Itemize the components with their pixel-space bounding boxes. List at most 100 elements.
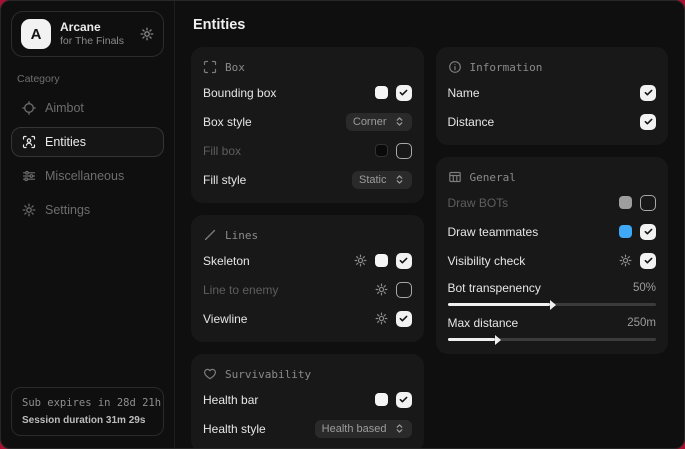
draw-teammates-label: Draw teammates [448,225,539,239]
draw-teammates-row: Draw teammates [448,221,657,242]
gear-icon[interactable] [140,27,154,41]
visibility-check-checkbox[interactable] [640,253,656,269]
section-title: Box [225,61,245,74]
skeleton-color-swatch[interactable] [375,254,388,267]
box-style-row: Box style Corner [203,111,412,132]
lines-section-header: Lines [203,228,412,242]
survivability-section-header: Survivability [203,367,412,381]
section-title: Information [470,61,543,74]
line-to-enemy-label: Line to enemy [203,283,278,297]
gear-icon[interactable] [375,283,388,296]
distance-checkbox[interactable] [640,114,656,130]
category-label: Category [17,73,158,85]
draw-bots-color-swatch[interactable] [619,196,632,209]
subscription-card: Sub expires in 28d 21h Session duration … [11,387,164,436]
health-style-select[interactable]: Health based [315,420,412,438]
line-to-enemy-checkbox[interactable] [396,282,412,298]
slider-fill[interactable] [448,303,550,306]
app-window: A Arcane for The Finals Category Aimbot … [0,0,685,449]
survivability-section: Survivability Health bar Health style [191,354,424,448]
box-corners-icon [203,60,217,74]
max-distance-slider[interactable] [448,338,657,341]
name-checkbox[interactable] [640,85,656,101]
fill-style-label: Fill style [203,173,246,187]
skeleton-label: Skeleton [203,254,250,268]
lines-section: Lines Skeleton [191,215,424,342]
max-distance-label: Max distance [448,316,519,330]
viewline-row: Viewline [203,308,412,329]
sidebar-item-aimbot[interactable]: Aimbot [11,93,164,123]
bot-transparency-slider[interactable] [448,303,657,306]
app-title: Arcane [60,20,124,35]
health-bar-checkbox[interactable] [396,392,412,408]
health-bar-label: Health bar [203,393,258,407]
box-style-value: Corner [353,116,387,128]
bot-transparency-label: Bot transpenency [448,281,541,295]
line-to-enemy-row: Line to enemy [203,279,412,300]
general-section-header: General [448,170,657,184]
diagonal-line-icon [203,228,217,242]
draw-bots-checkbox[interactable] [640,195,656,211]
draw-bots-label: Draw BOTs [448,196,509,210]
fill-box-label: Fill box [203,144,241,158]
fill-style-value: Static [359,174,387,186]
section-title: General [470,171,516,184]
viewline-checkbox[interactable] [396,311,412,327]
page-title: Entities [193,17,668,33]
main-panel: Entities Box Bounding box [175,1,684,448]
viewline-label: Viewline [203,312,247,326]
fill-style-select[interactable]: Static [352,171,412,189]
sidebar-item-label: Aimbot [45,101,84,115]
sub-expiry-text: Sub expires in 28d 21h [22,396,153,410]
app-subtitle: for The Finals [60,35,124,48]
grid-icon [448,170,462,184]
heart-icon [203,367,217,381]
fill-box-color-swatch[interactable] [375,144,388,157]
draw-teammates-color-swatch[interactable] [619,225,632,238]
sidebar-item-settings[interactable]: Settings [11,195,164,225]
chevrons-up-down-icon [394,423,405,434]
box-style-label: Box style [203,115,252,129]
gear-icon[interactable] [619,254,632,267]
fill-box-checkbox[interactable] [396,143,412,159]
bot-transparency-group: Bot transpenency 50% [448,281,657,306]
bounding-box-color-swatch[interactable] [375,86,388,99]
box-section: Box Bounding box Box style [191,47,424,203]
bounding-box-checkbox[interactable] [396,85,412,101]
sidebar-item-label: Miscellaneous [45,169,124,183]
skeleton-row: Skeleton [203,250,412,271]
chevrons-up-down-icon [394,174,405,185]
draw-teammates-checkbox[interactable] [640,224,656,240]
gear-icon [22,203,36,217]
fill-style-row: Fill style Static [203,169,412,190]
sidebar-item-label: Entities [45,135,86,149]
logo-text: Arcane for The Finals [60,20,124,48]
name-label: Name [448,86,480,100]
sliders-icon [22,169,36,183]
box-section-header: Box [203,60,412,74]
sidebar-item-label: Settings [45,203,90,217]
name-row: Name [448,82,657,103]
section-title: Survivability [225,368,311,381]
health-bar-color-swatch[interactable] [375,393,388,406]
bounding-box-row: Bounding box [203,82,412,103]
gear-icon[interactable] [375,312,388,325]
health-style-label: Health style [203,422,266,436]
entities-icon [22,135,36,149]
slider-fill[interactable] [448,338,496,341]
skeleton-checkbox[interactable] [396,253,412,269]
bounding-box-label: Bounding box [203,86,276,100]
general-section: General Draw BOTs Draw teammates [436,157,669,354]
health-style-row: Health style Health based [203,418,412,439]
visibility-check-row: Visibility check [448,250,657,271]
information-section-header: Information [448,60,657,74]
sidebar-item-entities[interactable]: Entities [11,127,164,157]
gear-icon[interactable] [354,254,367,267]
distance-label: Distance [448,115,495,129]
crosshair-icon [22,101,36,115]
box-style-select[interactable]: Corner [346,113,412,131]
sidebar-item-miscellaneous[interactable]: Miscellaneous [11,161,164,191]
visibility-check-label: Visibility check [448,254,526,268]
chevrons-up-down-icon [394,116,405,127]
draw-bots-row: Draw BOTs [448,192,657,213]
